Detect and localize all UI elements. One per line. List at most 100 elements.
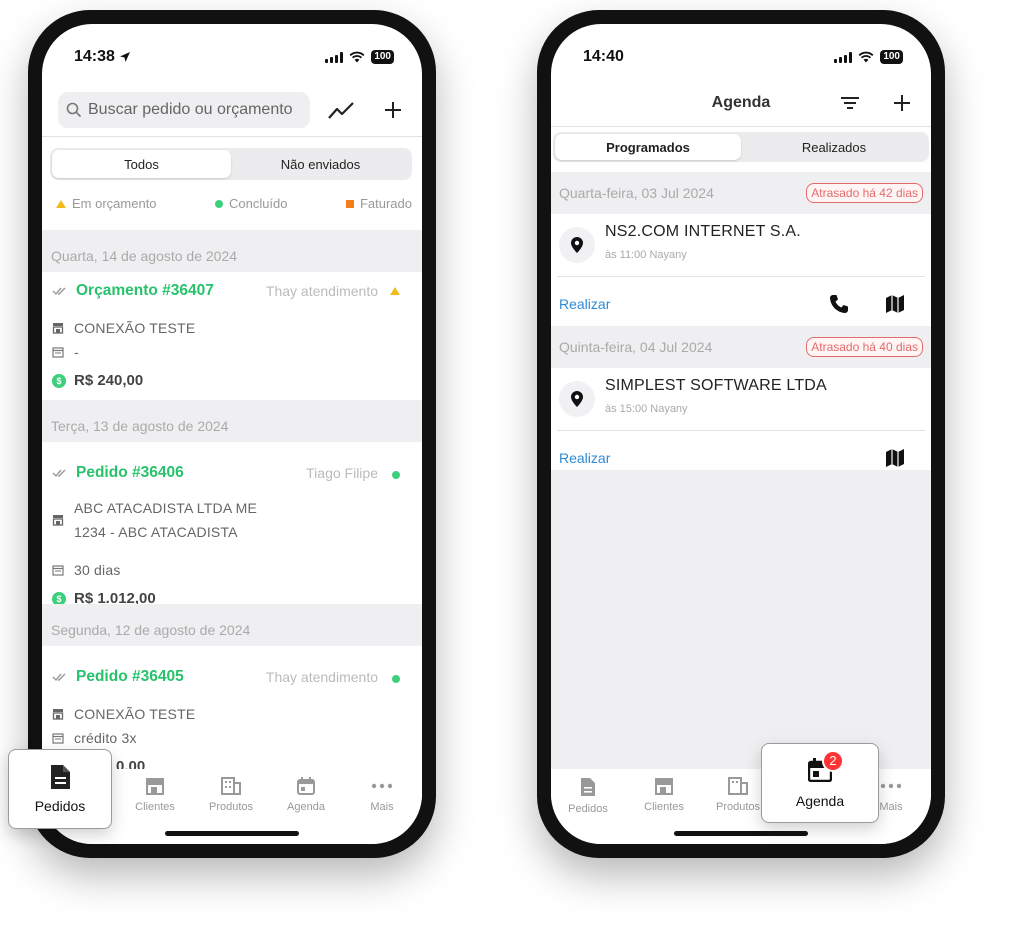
tab-todos[interactable]: Todos: [52, 150, 231, 178]
double-check-icon: [52, 673, 66, 682]
right-phone: 14:40 100 Agenda Programados Realizados …: [537, 10, 945, 858]
order-client: CONEXÃO TESTE: [74, 320, 196, 336]
more-dots-icon: [371, 783, 393, 789]
realizar-link[interactable]: Realizar: [559, 450, 610, 466]
empty-area: [551, 470, 931, 770]
building-icon: [221, 777, 241, 795]
pedidos-callout[interactable]: Pedidos: [8, 749, 112, 829]
status-time: 14:40: [583, 48, 624, 65]
legend-item-done: Concluído: [214, 196, 288, 211]
plus-icon: [385, 102, 401, 118]
agenda-filter-segment: Programados Realizados: [553, 132, 929, 162]
trend-icon: [328, 102, 354, 119]
document-icon: [581, 778, 595, 796]
tab-clientes[interactable]: Clientes: [629, 777, 699, 813]
appointment-time: às 11:00 Nayany: [605, 249, 687, 261]
legend-label-billed: Faturado: [359, 196, 412, 211]
filter-button[interactable]: [835, 88, 865, 118]
search-icon: [66, 102, 82, 118]
tab-mais[interactable]: Mais: [347, 777, 417, 813]
tab-realizados[interactable]: Realizados: [741, 134, 927, 160]
wifi-icon: [349, 51, 365, 63]
order-client-line: CONEXÃO TESTE: [52, 706, 195, 722]
legend-item-billed: Faturado: [345, 196, 412, 211]
appointment-time: às 15:00 Nayany: [605, 403, 688, 415]
more-dots-icon: [880, 783, 902, 789]
store-icon: [52, 515, 64, 526]
status-legend: Em orçamento Concluído Faturado: [56, 196, 412, 211]
tab-clientes-label: Clientes: [644, 801, 684, 813]
search-box[interactable]: [58, 92, 310, 128]
orders-screen: 14:38 100 Todos Não enviado: [42, 24, 422, 844]
tab-clientes[interactable]: Clientes: [120, 777, 190, 813]
add-order-button[interactable]: [378, 95, 408, 125]
order-client: ABC ATACADISTA LTDA ME: [74, 500, 258, 516]
tab-pedidos-label: Pedidos: [568, 803, 608, 815]
order-payment: 30 dias: [74, 562, 121, 578]
done-status-icon: [392, 471, 400, 479]
order-payment-line: 30 dias: [52, 562, 121, 578]
late-badge: Atrasado há 42 dias: [806, 183, 923, 203]
row-divider: [557, 276, 925, 277]
appointment-client: SIMPLEST SOFTWARE LTDA: [605, 377, 827, 394]
order-total: R$ 240,00: [74, 372, 144, 389]
battery-icon: 100: [371, 50, 394, 64]
signal-icon: [834, 51, 853, 63]
billed-square-icon: [345, 199, 354, 208]
document-icon: [51, 765, 70, 789]
wifi-icon: [858, 51, 874, 63]
tab-pedidos[interactable]: Pedidos: [553, 777, 623, 815]
plus-icon: [894, 95, 910, 111]
tab-nao-enviados[interactable]: Não enviados: [231, 150, 410, 178]
order-payment: -: [74, 344, 79, 360]
realizar-link[interactable]: Realizar: [559, 296, 610, 312]
status-bar: 14:38 100: [42, 24, 422, 76]
date-header: Segunda, 12 de agosto de 2024: [42, 604, 422, 646]
order-code: Orçamento #36407: [76, 282, 214, 299]
tab-mais-label: Mais: [370, 801, 394, 813]
agenda-callout-label: Agenda: [795, 792, 845, 809]
store-icon: [146, 778, 164, 795]
order-title: Pedido #36405: [52, 668, 184, 686]
home-indicator: [165, 831, 299, 836]
tab-programados[interactable]: Programados: [555, 134, 741, 160]
order-code: Pedido #36406: [76, 464, 184, 481]
order-rep: Tiago Filipe: [306, 465, 378, 481]
tab-agenda[interactable]: Agenda: [271, 777, 341, 813]
phone-button[interactable]: [829, 294, 849, 319]
done-dot-icon: [214, 199, 223, 208]
map-button[interactable]: [885, 294, 905, 319]
page-title: Agenda: [711, 94, 771, 111]
pedidos-callout-label: Pedidos: [34, 798, 86, 814]
tab-produtos[interactable]: Produtos: [196, 777, 266, 813]
agenda-callout[interactable]: 2 Agenda: [761, 743, 879, 823]
order-payment: crédito 3x: [74, 730, 137, 746]
date-header: Quarta, 14 de agosto de 2024: [42, 230, 422, 272]
order-client-line: ABC ATACADISTA LTDA ME 1234 - ABC ATACAD…: [52, 500, 257, 540]
header-divider: [42, 136, 422, 137]
quote-status-icon: [390, 287, 400, 295]
home-indicator: [674, 831, 808, 836]
signal-icon: [325, 51, 344, 63]
appointment-card[interactable]: SIMPLEST SOFTWARE LTDA às 15:00 Nayany R…: [551, 368, 931, 468]
late-badge: Atrasado há 40 dias: [806, 337, 923, 357]
status-time: 14:38: [74, 48, 115, 65]
order-payment-line: -: [52, 344, 79, 360]
order-rep: Thay atendimento: [265, 283, 378, 299]
appointment-card[interactable]: NS2.COM INTERNET S.A. às 11:00 Nayany Re…: [551, 214, 931, 314]
legend-label-quote: Em orçamento: [72, 196, 157, 211]
tab-mais-label: Mais: [879, 801, 903, 813]
add-appointment-button[interactable]: [887, 88, 917, 118]
phone-icon: [830, 295, 848, 313]
store-icon: [52, 709, 64, 720]
pin-glyph: [571, 237, 583, 253]
trend-chart-button[interactable]: [326, 95, 356, 125]
location-pin-icon: [559, 381, 595, 417]
double-check-icon: [52, 287, 66, 296]
order-card[interactable]: Pedido #36406 Tiago Filipe ABC ATACADIST…: [42, 464, 422, 607]
appointment-date: Quinta-feira, 04 Jul 2024: [559, 339, 713, 355]
order-client: CONEXÃO TESTE: [74, 706, 196, 722]
search-input[interactable]: [88, 101, 308, 119]
date-header: Quarta-feira, 03 Jul 2024 Atrasado há 42…: [551, 172, 931, 214]
order-card[interactable]: Orçamento #36407 Thay atendimento CONEXÃ…: [42, 282, 422, 400]
